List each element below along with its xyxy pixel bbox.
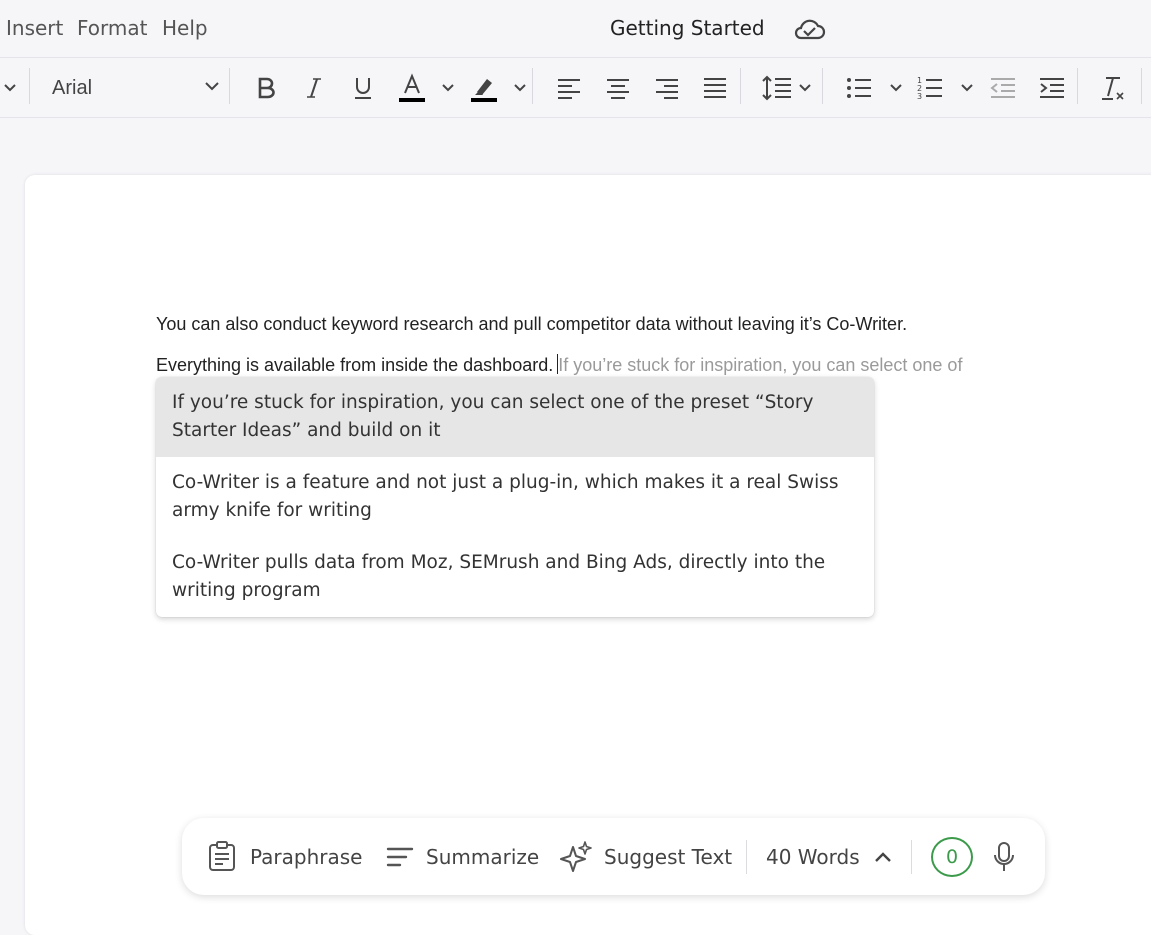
suggestion-item[interactable]: Co-Writer is a feature and not just a pl… [156,457,874,537]
outdent-icon[interactable] [987,58,1019,118]
word-count-toggle[interactable]: 40 Words [766,818,892,895]
chevron-down-icon[interactable] [0,58,20,118]
chevron-down-icon[interactable] [795,58,815,118]
menu-insert[interactable]: Insert [6,16,63,40]
bulleted-list-icon[interactable] [843,58,875,118]
italic-icon[interactable] [298,58,330,118]
chevron-down-icon[interactable] [957,58,977,118]
line-spacing-icon[interactable] [758,58,796,118]
align-left-icon[interactable] [553,58,585,118]
summarize-label: Summarize [426,844,540,869]
bold-icon[interactable] [250,58,282,118]
paraphrase-button[interactable]: Paraphrase [206,818,362,895]
score-badge[interactable]: 0 [931,837,973,877]
paragraph-line-1[interactable]: You can also conduct keyword research an… [156,314,907,335]
chevron-up-icon [874,851,891,862]
toolbar-divider [29,68,30,104]
font-family-value: Arial [52,76,93,99]
paraphrase-label: Paraphrase [250,844,363,869]
paragraph-text: Everything is available from inside the … [156,355,554,375]
menu-help[interactable]: Help [162,16,208,40]
svg-text:3: 3 [917,92,922,101]
chevron-down-icon[interactable] [438,58,458,118]
suggest-text-label: Suggest Text [604,844,733,869]
clear-formatting-icon[interactable] [1097,58,1129,118]
paragraph-line-2[interactable]: Everything is available from inside the … [156,354,962,376]
summarize-icon [386,847,414,866]
underline-icon[interactable] [347,58,379,118]
text-color-icon[interactable] [396,58,428,118]
toolbar-divider [229,68,230,104]
suggestion-item[interactable]: If you’re stuck for inspiration, you can… [156,377,874,457]
paraphrase-icon [209,840,235,871]
sparkle-icon [560,840,592,872]
suggest-text-button[interactable]: Suggest Text [560,818,732,895]
assistant-bar: Paraphrase Summarize Suggest Text 40 Wor… [182,818,1045,895]
suggestion-dropdown: If you’re stuck for inspiration, you can… [156,377,874,617]
align-center-icon[interactable] [602,58,634,118]
suggestion-item[interactable]: Co-Writer pulls data from Moz, SEMrush a… [156,537,874,617]
chevron-down-icon[interactable] [510,58,530,118]
toolbar-divider [740,68,741,104]
indent-icon[interactable] [1036,58,1068,118]
highlight-color-icon[interactable] [468,58,500,118]
toolbar-divider [532,68,533,104]
microphone-icon [994,841,1014,871]
bar-divider [911,840,912,874]
document-title[interactable]: Getting Started [610,16,765,40]
align-justify-icon[interactable] [699,58,731,118]
menu-bar: Insert Format Help Getting Started [0,0,1151,58]
font-family-select[interactable]: Arial [40,66,226,110]
bar-divider [746,840,747,874]
toolbar-divider [1077,68,1078,104]
menu-format[interactable]: Format [77,16,147,40]
chevron-down-icon [205,82,219,91]
microphone-button[interactable] [992,818,1016,895]
ghost-suggestion-text: If you’re stuck for inspiration, you can… [558,355,963,375]
chevron-down-icon[interactable] [886,58,906,118]
numbered-list-icon[interactable]: 123 [914,58,946,118]
cloud-saved-icon[interactable] [792,16,826,42]
word-count-label: 40 Words [766,844,860,869]
format-toolbar: Arial 1 2 3 [0,58,1151,118]
toolbar-divider [822,68,823,104]
toolbar-divider [1141,68,1142,104]
align-right-icon[interactable] [651,58,683,118]
summarize-button[interactable]: Summarize [386,818,539,895]
